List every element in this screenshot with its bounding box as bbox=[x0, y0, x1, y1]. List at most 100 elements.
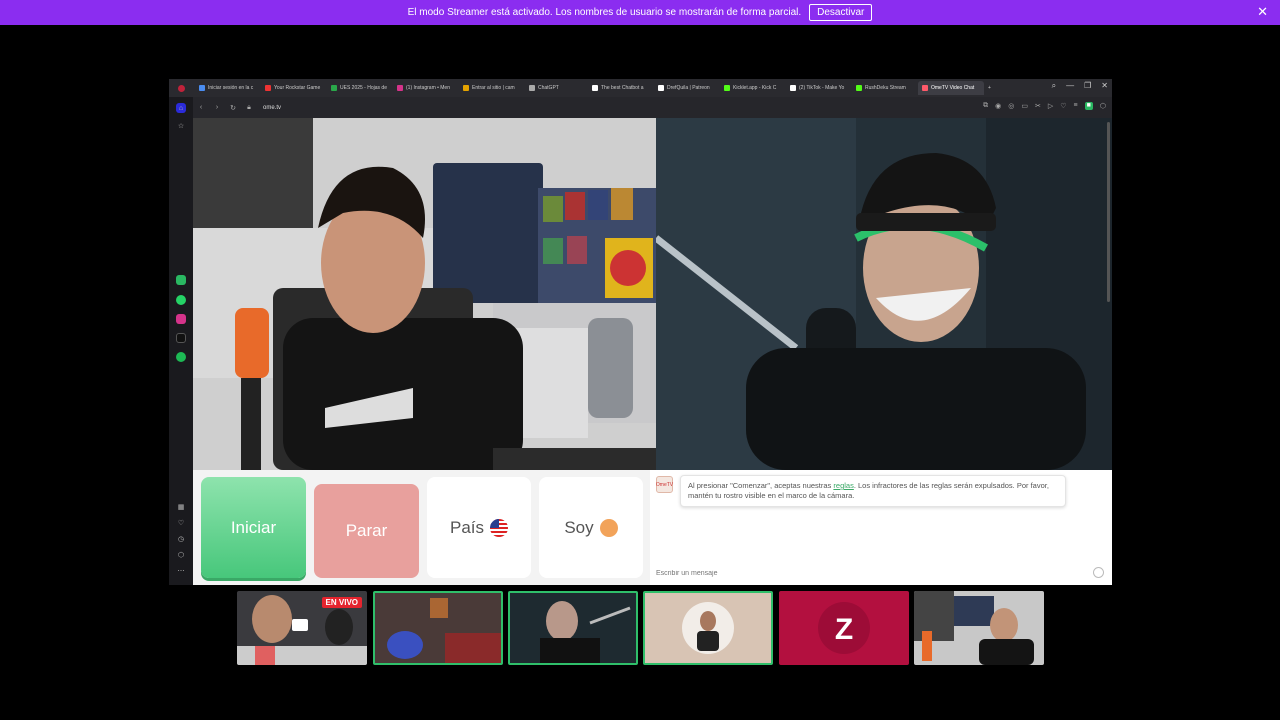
thumbnail-6[interactable] bbox=[914, 591, 1044, 665]
thumbnail-live[interactable]: EN VIVO bbox=[237, 591, 367, 665]
country-button[interactable]: País bbox=[427, 477, 531, 578]
browser-tab[interactable]: OmeTV Video Chat bbox=[918, 81, 984, 95]
thumbnail-2[interactable] bbox=[373, 591, 503, 665]
url-field[interactable]: ome.tv bbox=[263, 105, 281, 111]
tab-favicon-icon bbox=[724, 85, 730, 91]
z-logo-icon: Z bbox=[835, 613, 853, 646]
extension-icon[interactable]: ■ bbox=[1084, 102, 1093, 110]
thumbnail-3[interactable] bbox=[508, 591, 638, 665]
sidebar-heart-icon[interactable]: ♡ bbox=[176, 518, 186, 528]
chat-panel: OmeTV Al presionar "Comenzar", aceptas n… bbox=[650, 470, 1112, 585]
search-icon[interactable]: ⌕ bbox=[1052, 81, 1056, 91]
ometv-logo: OmeTV bbox=[656, 476, 673, 493]
rules-message: Al presionar "Comenzar", aceptas nuestra… bbox=[680, 475, 1066, 507]
sidebar-instagram-icon[interactable] bbox=[176, 314, 186, 324]
streamer-mode-message: El modo Streamer está activado. Los nomb… bbox=[407, 7, 802, 18]
tab-label: ChatGPT bbox=[538, 85, 559, 91]
page-scrollbar[interactable] bbox=[1107, 122, 1110, 302]
new-tab-button[interactable]: + bbox=[984, 81, 995, 95]
browser-tab[interactable]: RushDeku Stream bbox=[852, 81, 918, 95]
sidebar-speed-dial-icon[interactable]: ☆ bbox=[176, 121, 186, 131]
tab-label: Your Rockstar Game bbox=[274, 85, 321, 91]
tab-label: RushDeku Stream bbox=[865, 85, 906, 91]
thumbnail-5[interactable]: Z bbox=[779, 591, 909, 665]
sidebar-workspaces-icon[interactable]: ▦ bbox=[176, 502, 186, 512]
heart-icon[interactable]: ♡ bbox=[1060, 102, 1066, 110]
menu-icon[interactable]: ≡ bbox=[1074, 102, 1078, 110]
tab-favicon-icon bbox=[463, 85, 469, 91]
browser-logo-icon bbox=[169, 84, 195, 92]
play-icon[interactable]: ▷ bbox=[1048, 102, 1053, 110]
tab-label: The best Chatbot a bbox=[601, 85, 644, 91]
browser-tab[interactable]: Iniciar sesión en la c bbox=[195, 81, 261, 95]
tab-label: Iniciar sesión en la c bbox=[208, 85, 254, 91]
browser-tab[interactable]: (2) TikTok - Make Yo bbox=[786, 81, 852, 95]
browser-tab[interactable]: Kicklet.app - Kick C bbox=[720, 81, 786, 95]
browser-tab[interactable]: Entrar al sitio | cam bbox=[459, 81, 525, 95]
sidebar-more-icon[interactable]: ⋯ bbox=[176, 566, 186, 576]
message-input[interactable] bbox=[656, 567, 1096, 579]
browser-tab[interactable]: ChatGPT bbox=[525, 81, 585, 95]
gender-button[interactable]: Soy bbox=[539, 477, 643, 578]
country-label: País bbox=[449, 517, 485, 537]
remote-video bbox=[656, 118, 1112, 470]
tab-favicon-icon bbox=[922, 85, 928, 91]
browser-window: Iniciar sesión en la c Your Rockstar Game… bbox=[169, 79, 1112, 585]
start-label: Iniciar bbox=[230, 517, 277, 537]
ometv-page: Iniciar Parar País Soy OmeTV Al presiona… bbox=[193, 118, 1112, 585]
sidebar-whatsapp-icon[interactable] bbox=[176, 295, 186, 305]
live-badge: EN VIVO bbox=[321, 597, 362, 608]
tab-favicon-icon bbox=[397, 85, 403, 91]
tab-label: (2) TikTok - Make Yo bbox=[799, 85, 845, 91]
thumbnail-4[interactable] bbox=[643, 591, 773, 665]
camera-icon[interactable]: ◉ bbox=[995, 102, 1001, 110]
tab-bar: Iniciar sesión en la c Your Rockstar Game… bbox=[169, 79, 1112, 97]
tab-favicon-icon bbox=[790, 85, 796, 91]
sidebar-chatgpt-icon[interactable] bbox=[176, 275, 186, 285]
tab-favicon-icon bbox=[658, 85, 664, 91]
tab-favicon-icon bbox=[592, 85, 598, 91]
gender-label: Soy bbox=[564, 517, 594, 537]
stop-button[interactable]: Parar bbox=[314, 484, 419, 578]
reload-icon[interactable]: ↻ bbox=[225, 104, 241, 112]
address-bar: ‹ › ↻ 🔒︎ ome.tv ⧉ ◉ ◎ ▭ ✂ ▷ ♡ ≡ ■ ⬡ bbox=[193, 97, 1112, 118]
sidebar-tiktok-icon[interactable] bbox=[176, 333, 186, 343]
browser-tab[interactable]: DrefQuila | Patreon bbox=[654, 81, 720, 95]
back-icon[interactable]: ‹ bbox=[193, 104, 209, 111]
tab-label: OmeTV Video Chat bbox=[931, 85, 975, 91]
wallet-icon[interactable]: ▭ bbox=[1021, 102, 1028, 110]
browser-tab[interactable]: UES 2025 - Hojas de bbox=[327, 81, 393, 95]
address-actions: ⧉ ◉ ◎ ▭ ✂ ▷ ♡ ≡ ■ ⬡ bbox=[983, 102, 1106, 110]
close-window-icon[interactable]: ✕ bbox=[1101, 81, 1108, 91]
rules-link[interactable]: reglas bbox=[833, 481, 853, 490]
rules-text-start: Al presionar "Comenzar", aceptas nuestra… bbox=[688, 481, 834, 490]
clip-icon[interactable]: ✂ bbox=[1035, 102, 1041, 110]
browser-tab[interactable]: Your Rockstar Game bbox=[261, 81, 327, 95]
vpn-icon[interactable]: ◎ bbox=[1008, 102, 1014, 110]
restore-icon[interactable]: ❐ bbox=[1084, 81, 1091, 91]
window-controls: ⌕ — ❐ ✕ bbox=[1052, 81, 1108, 91]
sidebar-extensions-icon[interactable]: ⬡ bbox=[176, 550, 186, 560]
tab-label: DrefQuila | Patreon bbox=[667, 85, 710, 91]
sidebar-home-icon[interactable]: ⌂ bbox=[176, 103, 186, 113]
start-button[interactable]: Iniciar bbox=[201, 477, 306, 578]
minimize-icon[interactable]: — bbox=[1066, 81, 1074, 91]
deactivate-button[interactable]: Desactivar bbox=[809, 4, 873, 21]
local-video bbox=[193, 118, 656, 470]
cube-icon[interactable]: ⬡ bbox=[1100, 102, 1106, 110]
tab-favicon-icon bbox=[856, 85, 862, 91]
emoji-icon[interactable] bbox=[1093, 567, 1104, 578]
stop-label: Parar bbox=[345, 521, 388, 540]
tab-favicon-icon bbox=[331, 85, 337, 91]
us-flag-icon bbox=[490, 518, 509, 537]
close-icon[interactable]: ✕ bbox=[1257, 4, 1268, 20]
forward-icon[interactable]: › bbox=[209, 104, 225, 111]
browser-tab[interactable]: (1) Instagram • Men bbox=[393, 81, 459, 95]
tab-label: Kicklet.app - Kick C bbox=[733, 85, 777, 91]
browser-tab[interactable]: The best Chatbot a bbox=[588, 81, 654, 95]
share-icon[interactable]: ⧉ bbox=[983, 102, 988, 110]
tab-label: UES 2025 - Hojas de bbox=[340, 85, 387, 91]
sidebar-history-icon[interactable]: ◷ bbox=[176, 534, 186, 544]
video-controls: Iniciar Parar País Soy bbox=[193, 470, 650, 585]
sidebar-spotify-icon[interactable] bbox=[176, 352, 186, 362]
